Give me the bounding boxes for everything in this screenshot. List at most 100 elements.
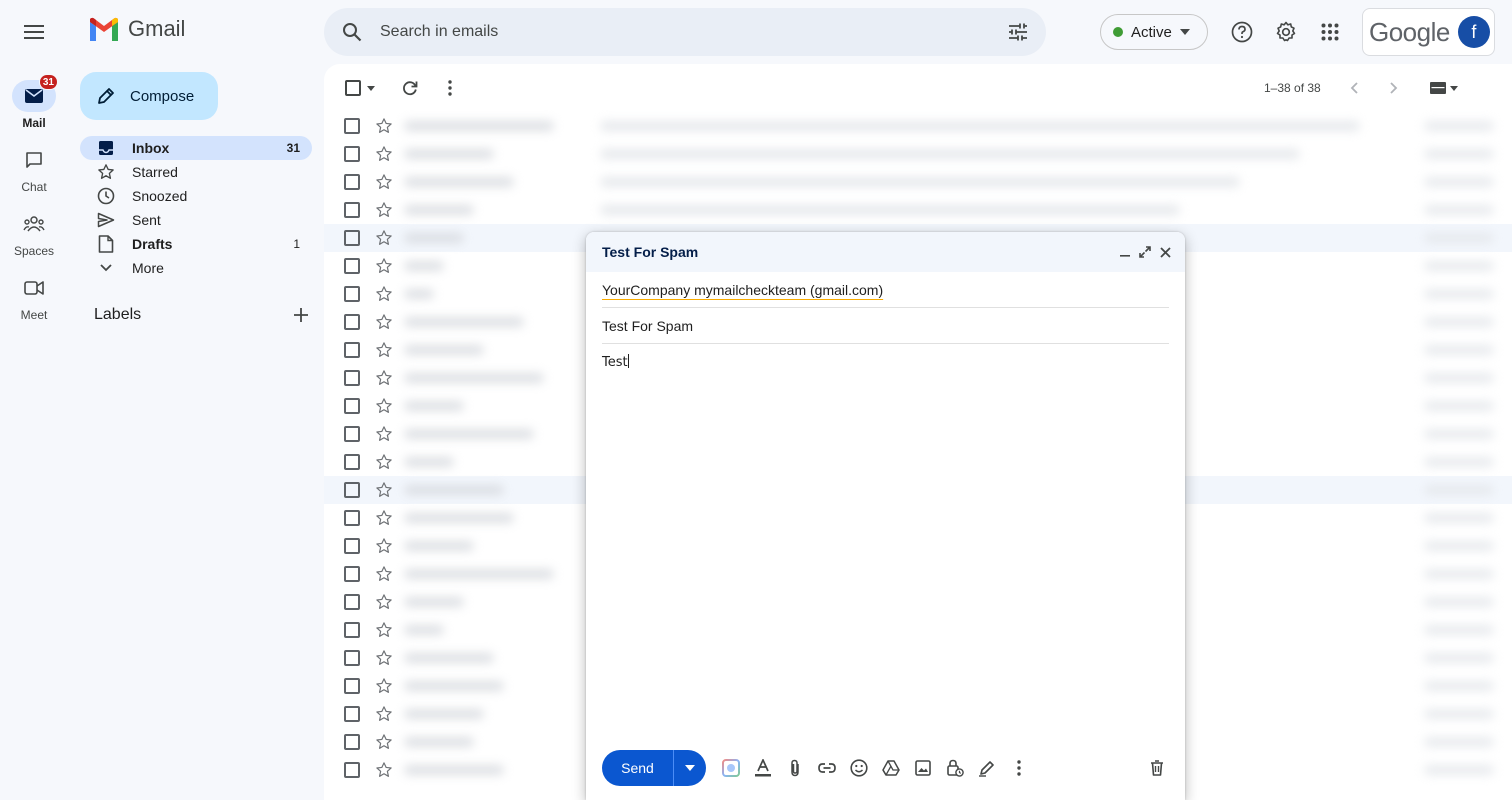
main-menu-button[interactable] bbox=[14, 12, 54, 52]
search-options-icon[interactable] bbox=[990, 23, 1046, 41]
compose-header[interactable]: Test For Spam bbox=[586, 232, 1185, 272]
message-body[interactable]: Test bbox=[602, 354, 629, 370]
refresh-button[interactable] bbox=[394, 72, 426, 104]
table-row[interactable] bbox=[324, 168, 1512, 196]
status-dropdown[interactable]: Active bbox=[1100, 14, 1208, 50]
close-button[interactable] bbox=[1155, 242, 1175, 262]
nav-item-drafts[interactable]: Drafts 1 bbox=[80, 232, 312, 256]
more-actions-button[interactable] bbox=[434, 72, 466, 104]
row-checkbox[interactable] bbox=[344, 706, 360, 722]
star-icon[interactable] bbox=[374, 200, 394, 220]
star-icon[interactable] bbox=[374, 452, 394, 472]
row-checkbox[interactable] bbox=[344, 146, 360, 162]
nav-item-snoozed[interactable]: Snoozed bbox=[80, 184, 312, 208]
row-checkbox[interactable] bbox=[344, 510, 360, 526]
row-checkbox[interactable] bbox=[344, 650, 360, 666]
row-checkbox[interactable] bbox=[344, 622, 360, 638]
send-button[interactable]: Send bbox=[602, 750, 674, 786]
confidential-mode-button[interactable] bbox=[944, 756, 966, 780]
table-row[interactable] bbox=[324, 196, 1512, 224]
star-icon[interactable] bbox=[374, 620, 394, 640]
star-icon[interactable] bbox=[374, 676, 394, 696]
star-icon[interactable] bbox=[374, 312, 394, 332]
search-input[interactable] bbox=[380, 23, 990, 41]
star-icon[interactable] bbox=[374, 340, 394, 360]
recipient-chip[interactable]: YourCompany mymailcheckteam (gmail.com) bbox=[602, 282, 883, 298]
minimize-button[interactable] bbox=[1115, 242, 1135, 262]
star-icon[interactable] bbox=[374, 116, 394, 136]
nav-item-starred[interactable]: Starred bbox=[80, 160, 312, 184]
subject-field[interactable]: Test For Spam bbox=[602, 308, 1169, 344]
insert-drive-button[interactable] bbox=[880, 756, 902, 780]
row-checkbox[interactable] bbox=[344, 286, 360, 302]
star-icon[interactable] bbox=[374, 592, 394, 612]
row-checkbox[interactable] bbox=[344, 594, 360, 610]
row-checkbox[interactable] bbox=[344, 454, 360, 470]
star-icon[interactable] bbox=[374, 284, 394, 304]
row-checkbox[interactable] bbox=[344, 538, 360, 554]
settings-button[interactable] bbox=[1266, 12, 1306, 52]
insert-link-button[interactable] bbox=[816, 756, 838, 780]
row-checkbox[interactable] bbox=[344, 370, 360, 386]
nav-item-inbox[interactable]: Inbox 31 bbox=[80, 136, 312, 160]
select-all-checkbox[interactable] bbox=[338, 72, 382, 104]
row-checkbox[interactable] bbox=[344, 566, 360, 582]
star-icon[interactable] bbox=[374, 172, 394, 192]
star-icon[interactable] bbox=[374, 144, 394, 164]
row-checkbox[interactable] bbox=[344, 482, 360, 498]
nav-item-more[interactable]: More bbox=[80, 256, 312, 280]
star-icon[interactable] bbox=[374, 508, 394, 528]
rail-meet[interactable]: Meet bbox=[0, 272, 68, 322]
to-field[interactable]: YourCompany mymailcheckteam (gmail.com) bbox=[602, 272, 1169, 308]
older-button[interactable] bbox=[1378, 72, 1410, 104]
apps-button[interactable] bbox=[1310, 12, 1350, 52]
discard-draft-button[interactable] bbox=[1145, 756, 1169, 780]
help-button[interactable] bbox=[1222, 12, 1262, 52]
formatting-options-button[interactable] bbox=[752, 756, 774, 780]
gmail-logo[interactable]: Gmail bbox=[88, 16, 185, 42]
send-options-button[interactable] bbox=[674, 750, 706, 786]
table-row[interactable] bbox=[324, 112, 1512, 140]
account-button[interactable]: Google f bbox=[1362, 8, 1495, 56]
row-checkbox[interactable] bbox=[344, 762, 360, 778]
rail-chat[interactable]: Chat bbox=[0, 144, 68, 194]
more-options-button[interactable] bbox=[1008, 756, 1030, 780]
layouts-button[interactable] bbox=[720, 756, 742, 780]
search-icon[interactable] bbox=[324, 22, 380, 42]
row-checkbox[interactable] bbox=[344, 118, 360, 134]
star-icon[interactable] bbox=[374, 396, 394, 416]
density-toggle[interactable] bbox=[1424, 72, 1464, 104]
row-checkbox[interactable] bbox=[344, 678, 360, 694]
star-icon[interactable] bbox=[374, 256, 394, 276]
attach-files-button[interactable] bbox=[784, 756, 806, 780]
row-checkbox[interactable] bbox=[344, 314, 360, 330]
insert-emoji-button[interactable] bbox=[848, 756, 870, 780]
row-checkbox[interactable] bbox=[344, 398, 360, 414]
insert-photo-button[interactable] bbox=[912, 756, 934, 780]
nav-item-sent[interactable]: Sent bbox=[80, 208, 312, 232]
star-icon[interactable] bbox=[374, 480, 394, 500]
table-row[interactable] bbox=[324, 140, 1512, 168]
row-checkbox[interactable] bbox=[344, 426, 360, 442]
rail-spaces[interactable]: Spaces bbox=[0, 208, 68, 258]
row-checkbox[interactable] bbox=[344, 258, 360, 274]
star-icon[interactable] bbox=[374, 424, 394, 444]
star-icon[interactable] bbox=[374, 228, 394, 248]
fullscreen-button[interactable] bbox=[1135, 242, 1155, 262]
star-icon[interactable] bbox=[374, 536, 394, 556]
row-checkbox[interactable] bbox=[344, 230, 360, 246]
compose-button[interactable]: Compose bbox=[80, 72, 218, 120]
row-checkbox[interactable] bbox=[344, 734, 360, 750]
row-checkbox[interactable] bbox=[344, 174, 360, 190]
newer-button[interactable] bbox=[1338, 72, 1370, 104]
insert-signature-button[interactable] bbox=[976, 756, 998, 780]
star-icon[interactable] bbox=[374, 732, 394, 752]
add-label-button[interactable] bbox=[294, 308, 308, 322]
row-checkbox[interactable] bbox=[344, 202, 360, 218]
star-icon[interactable] bbox=[374, 648, 394, 668]
row-checkbox[interactable] bbox=[344, 342, 360, 358]
star-icon[interactable] bbox=[374, 760, 394, 780]
star-icon[interactable] bbox=[374, 564, 394, 584]
rail-mail[interactable]: 31 Mail bbox=[0, 74, 68, 130]
star-icon[interactable] bbox=[374, 368, 394, 388]
